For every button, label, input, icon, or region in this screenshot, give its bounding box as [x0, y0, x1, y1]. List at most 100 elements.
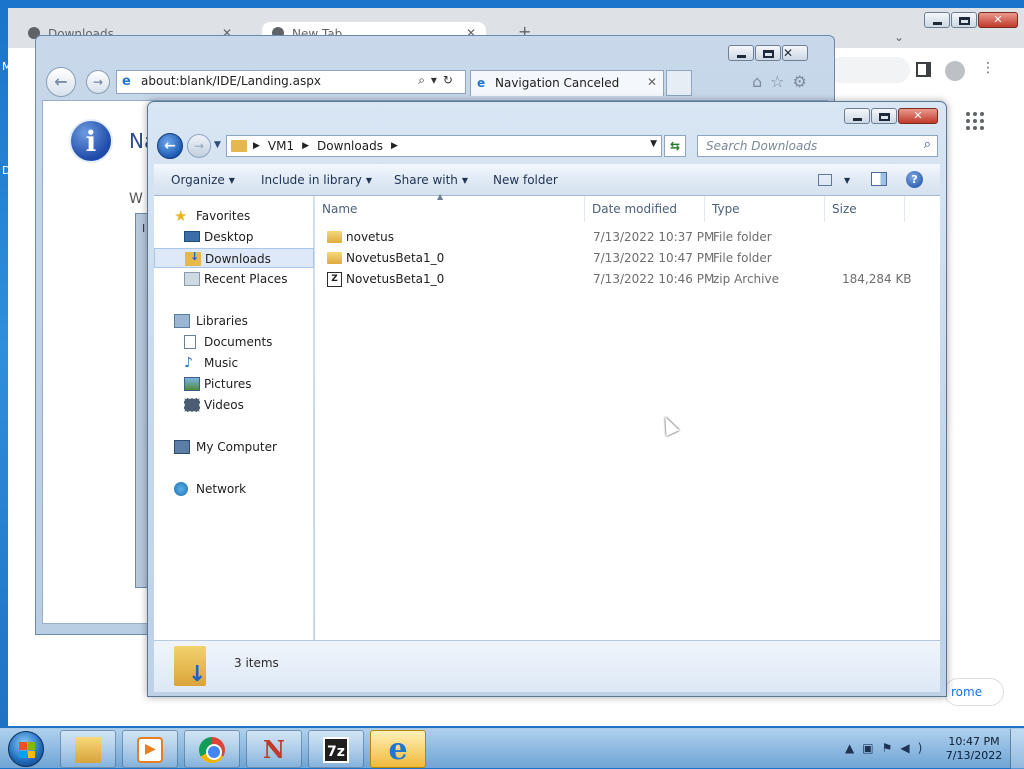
column-header-name[interactable]: ▲ Name — [315, 192, 585, 222]
nav-libraries[interactable]: Libraries — [154, 311, 314, 331]
customize-chrome-button[interactable]: rome — [944, 678, 1004, 706]
column-header-type[interactable]: Type — [705, 196, 825, 222]
profile-avatar[interactable] — [945, 61, 965, 81]
maximize-button[interactable] — [755, 45, 781, 61]
address-dropdown-icon[interactable]: ▼ — [650, 139, 657, 149]
network-tray-icon[interactable]: ▣ — [862, 741, 881, 755]
column-header-date-modified[interactable]: Date modified — [585, 196, 705, 222]
address-tools-icons[interactable]: ⌕▾↻ — [418, 73, 459, 88]
start-button[interactable] — [8, 731, 44, 767]
apps-grid-icon[interactable] — [966, 112, 984, 130]
breadcrumb-arrow-icon[interactable]: ▶ — [253, 141, 260, 151]
taskbar-media-player-button[interactable] — [122, 730, 178, 768]
breadcrumb-arrow-icon[interactable]: ▶ — [302, 141, 309, 151]
chrome-omnibox[interactable] — [828, 57, 910, 83]
dropdown-arrow-icon: ▼ — [461, 176, 469, 185]
recent-pages-chevron-icon[interactable]: ▼ — [214, 140, 221, 150]
nav-pictures[interactable]: Pictures — [154, 374, 314, 394]
share-with-button[interactable]: Share with ▼ — [394, 173, 468, 187]
file-type: File folder — [713, 230, 772, 244]
breadcrumb-arrow-icon[interactable]: ▶ — [391, 141, 398, 151]
maximize-button[interactable] — [871, 108, 897, 124]
minimize-button[interactable] — [924, 12, 950, 28]
minimize-button[interactable] — [728, 45, 754, 61]
search-icon[interactable]: ⌕ — [924, 137, 931, 152]
nav-my-computer[interactable]: My Computer — [154, 437, 314, 457]
taskbar-ie-button[interactable]: e — [370, 730, 426, 768]
nav-downloads[interactable]: Downloads — [154, 248, 314, 268]
nav-network[interactable]: Network — [154, 479, 314, 499]
forward-button[interactable]: → — [187, 134, 211, 158]
file-row[interactable]: Z NovetusBeta1_0 7/13/2022 10:46 PM zip … — [315, 269, 940, 290]
file-type: File folder — [713, 251, 772, 265]
star-icon: ★ — [174, 207, 188, 225]
close-button[interactable]: ✕ — [978, 12, 1018, 28]
nav-favorites[interactable]: ★ Favorites — [154, 206, 314, 226]
close-button[interactable]: ✕ — [898, 108, 938, 124]
file-list: ▲ Name Date modified Type Size novetus 7… — [315, 192, 940, 640]
address-bar[interactable]: ▶ VM1 ▶ Downloads ▶ ▼ — [226, 135, 662, 157]
ie-tab-icon: e — [477, 76, 486, 90]
search-input[interactable]: Search Downloads ⌕ — [697, 135, 938, 157]
nav-label: Favorites — [196, 209, 251, 223]
folder-icon — [327, 231, 342, 243]
ie-page-icon: e — [122, 74, 131, 89]
chrome-icon — [199, 737, 225, 763]
minimize-icon — [933, 22, 942, 25]
taskbar-7zip-button[interactable]: 7z — [308, 730, 364, 768]
close-icon: ✕ — [783, 46, 794, 60]
ie-address-bar[interactable]: e about:blank/IDE/Landing.aspx ⌕▾↻ — [116, 70, 466, 94]
show-hidden-icons-icon[interactable]: ▲ — [845, 741, 862, 755]
back-button[interactable]: ← — [157, 133, 183, 159]
change-view-icon[interactable] — [818, 174, 832, 186]
ie-back-button[interactable]: ← — [46, 67, 76, 97]
taskbar-explorer-button[interactable] — [60, 730, 116, 768]
libraries-icon — [174, 314, 190, 328]
novetus-icon: N — [263, 735, 285, 764]
explorer-window: ✕ ← → ▼ ▶ VM1 ▶ Downloads ▶ ▼ ⇆ Search D… — [147, 101, 947, 697]
ie-new-tab-button[interactable] — [666, 70, 692, 96]
include-in-library-button[interactable]: Include in library ▼ — [261, 173, 372, 187]
pictures-icon — [184, 377, 200, 391]
taskbar-novetus-button[interactable]: N — [246, 730, 302, 768]
minimize-icon — [853, 118, 862, 121]
breadcrumb-vm1[interactable]: VM1 — [268, 139, 294, 153]
nav-recent-places[interactable]: Recent Places — [154, 269, 314, 289]
preview-pane-icon[interactable] — [871, 172, 887, 186]
nav-music[interactable]: ♪ Music — [154, 353, 314, 373]
help-icon[interactable]: ? — [906, 171, 923, 188]
clock[interactable]: 10:47 PM 7/13/2022 — [944, 735, 1004, 763]
ie-forward-button[interactable]: → — [86, 70, 110, 94]
more-menu-icon[interactable]: ⋮ — [978, 60, 998, 80]
clock-time: 10:47 PM — [948, 735, 1000, 748]
ie-tab-navigation-canceled[interactable]: e Navigation Canceled ✕ — [470, 70, 664, 96]
file-name: NovetusBeta1_0 — [346, 251, 445, 265]
close-button[interactable]: ✕ — [782, 45, 808, 61]
file-row[interactable]: NovetusBeta1_0 7/13/2022 10:47 PM File f… — [315, 248, 940, 269]
folder-icon — [327, 252, 342, 264]
minimize-button[interactable] — [844, 108, 870, 124]
breadcrumb-downloads[interactable]: Downloads — [317, 139, 383, 153]
ie-page-text: W — [129, 191, 143, 207]
show-desktop-button[interactable] — [1010, 729, 1024, 769]
file-row[interactable]: novetus 7/13/2022 10:37 PM File folder — [315, 227, 940, 248]
tab-search-chevron-icon[interactable]: ⌄ — [894, 30, 904, 44]
maximize-button[interactable] — [951, 12, 977, 28]
new-folder-button[interactable]: New folder — [493, 173, 558, 187]
view-options-chevron-icon[interactable]: ▼ — [840, 173, 850, 187]
file-name: NovetusBeta1_0 — [346, 272, 445, 286]
ie-toolbar-icons[interactable]: ⌂☆⚙ — [752, 72, 815, 91]
column-header-size[interactable]: Size — [825, 196, 905, 222]
side-panel-icon[interactable] — [916, 62, 931, 77]
organize-button[interactable]: Organize ▼ — [171, 173, 235, 187]
nav-documents[interactable]: Documents — [154, 332, 314, 352]
taskbar-chrome-button[interactable] — [184, 730, 240, 768]
nav-videos[interactable]: Videos — [154, 395, 314, 415]
close-icon[interactable]: ✕ — [647, 75, 657, 89]
videos-icon — [184, 398, 200, 412]
nav-desktop[interactable]: Desktop — [154, 227, 314, 247]
action-center-icon[interactable]: ⚑ — [882, 741, 901, 755]
refresh-button[interactable]: ⇆ — [664, 135, 686, 157]
file-size: 184,284 KB — [842, 272, 912, 286]
volume-icon[interactable]: ◀) — [900, 741, 930, 755]
